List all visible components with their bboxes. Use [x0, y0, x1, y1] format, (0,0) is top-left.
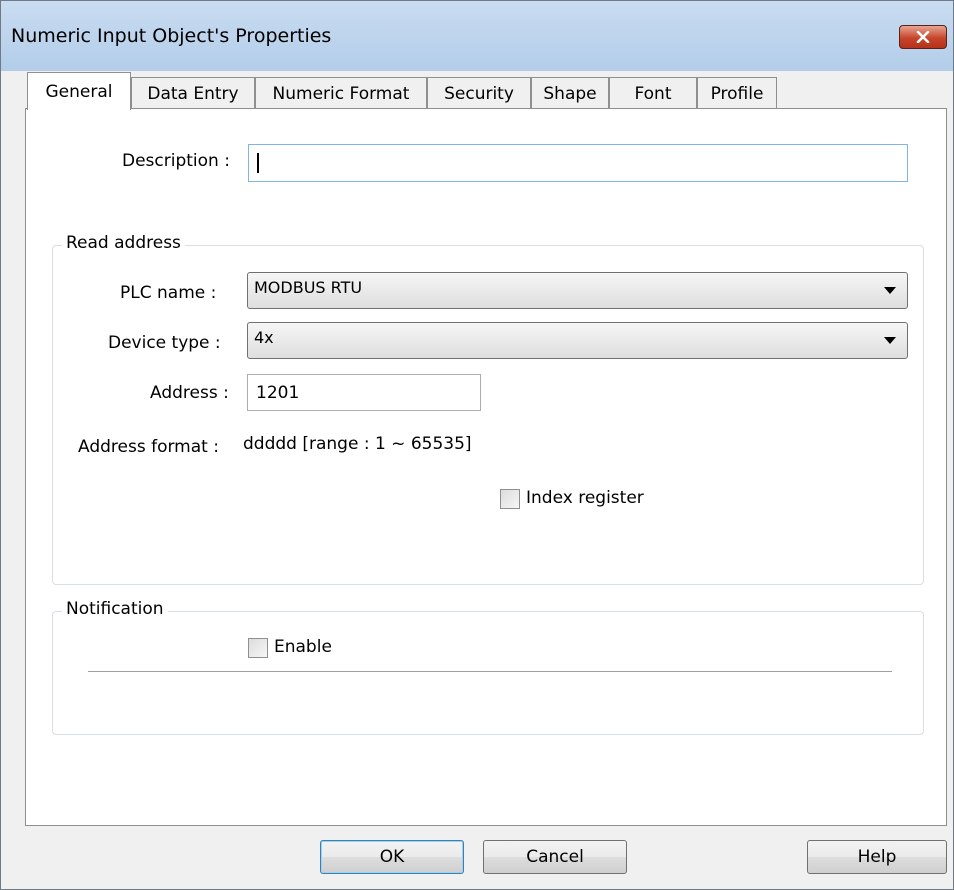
device-type-label: Device type :: [108, 333, 221, 353]
cancel-button[interactable]: Cancel: [483, 840, 627, 874]
read-address-legend: Read address: [62, 233, 185, 253]
dialog-window: Numeric Input Object's Properties Genera…: [0, 0, 954, 890]
description-input[interactable]: [248, 144, 908, 182]
help-button[interactable]: Help: [807, 840, 947, 874]
tab-profile[interactable]: Profile: [697, 77, 777, 109]
address-input[interactable]: 1201: [247, 374, 481, 411]
plc-name-dropdown[interactable]: MODBUS RTU: [247, 272, 908, 309]
tab-general[interactable]: General: [27, 72, 131, 110]
notification-legend: Notification: [62, 599, 168, 619]
device-type-dropdown[interactable]: 4x: [247, 322, 908, 359]
enable-label[interactable]: Enable: [274, 637, 332, 657]
close-icon: [916, 31, 930, 43]
notification-group: [52, 611, 924, 735]
index-register-label[interactable]: Index register: [526, 488, 644, 508]
tab-security[interactable]: Security: [427, 77, 531, 109]
device-type-value: 4x: [254, 328, 274, 347]
plc-name-label: PLC name :: [120, 283, 217, 303]
chevron-down-icon: [884, 337, 896, 344]
description-label: Description :: [122, 151, 230, 171]
address-value: 1201: [256, 382, 300, 403]
title-bar[interactable]: Numeric Input Object's Properties: [1, 1, 953, 71]
tab-numeric-format[interactable]: Numeric Format: [255, 77, 427, 109]
enable-checkbox[interactable]: [248, 638, 268, 658]
close-button[interactable]: [899, 25, 947, 49]
window-title: Numeric Input Object's Properties: [11, 25, 332, 47]
address-format-label: Address format :: [78, 437, 219, 457]
tab-shape[interactable]: Shape: [531, 77, 609, 109]
index-register-checkbox[interactable]: [500, 489, 520, 509]
tab-font[interactable]: Font: [609, 77, 697, 109]
chevron-down-icon: [884, 287, 896, 294]
address-format-value: ddddd [range : 1 ~ 65535]: [243, 434, 472, 454]
tab-data-entry[interactable]: Data Entry: [131, 77, 255, 109]
text-caret: [257, 153, 259, 173]
address-label: Address :: [150, 383, 229, 403]
ok-button[interactable]: OK: [320, 840, 464, 874]
plc-name-value: MODBUS RTU: [254, 278, 363, 297]
divider-line: [88, 671, 892, 672]
general-tab-panel: Description : Read address PLC name : MO…: [25, 108, 947, 826]
